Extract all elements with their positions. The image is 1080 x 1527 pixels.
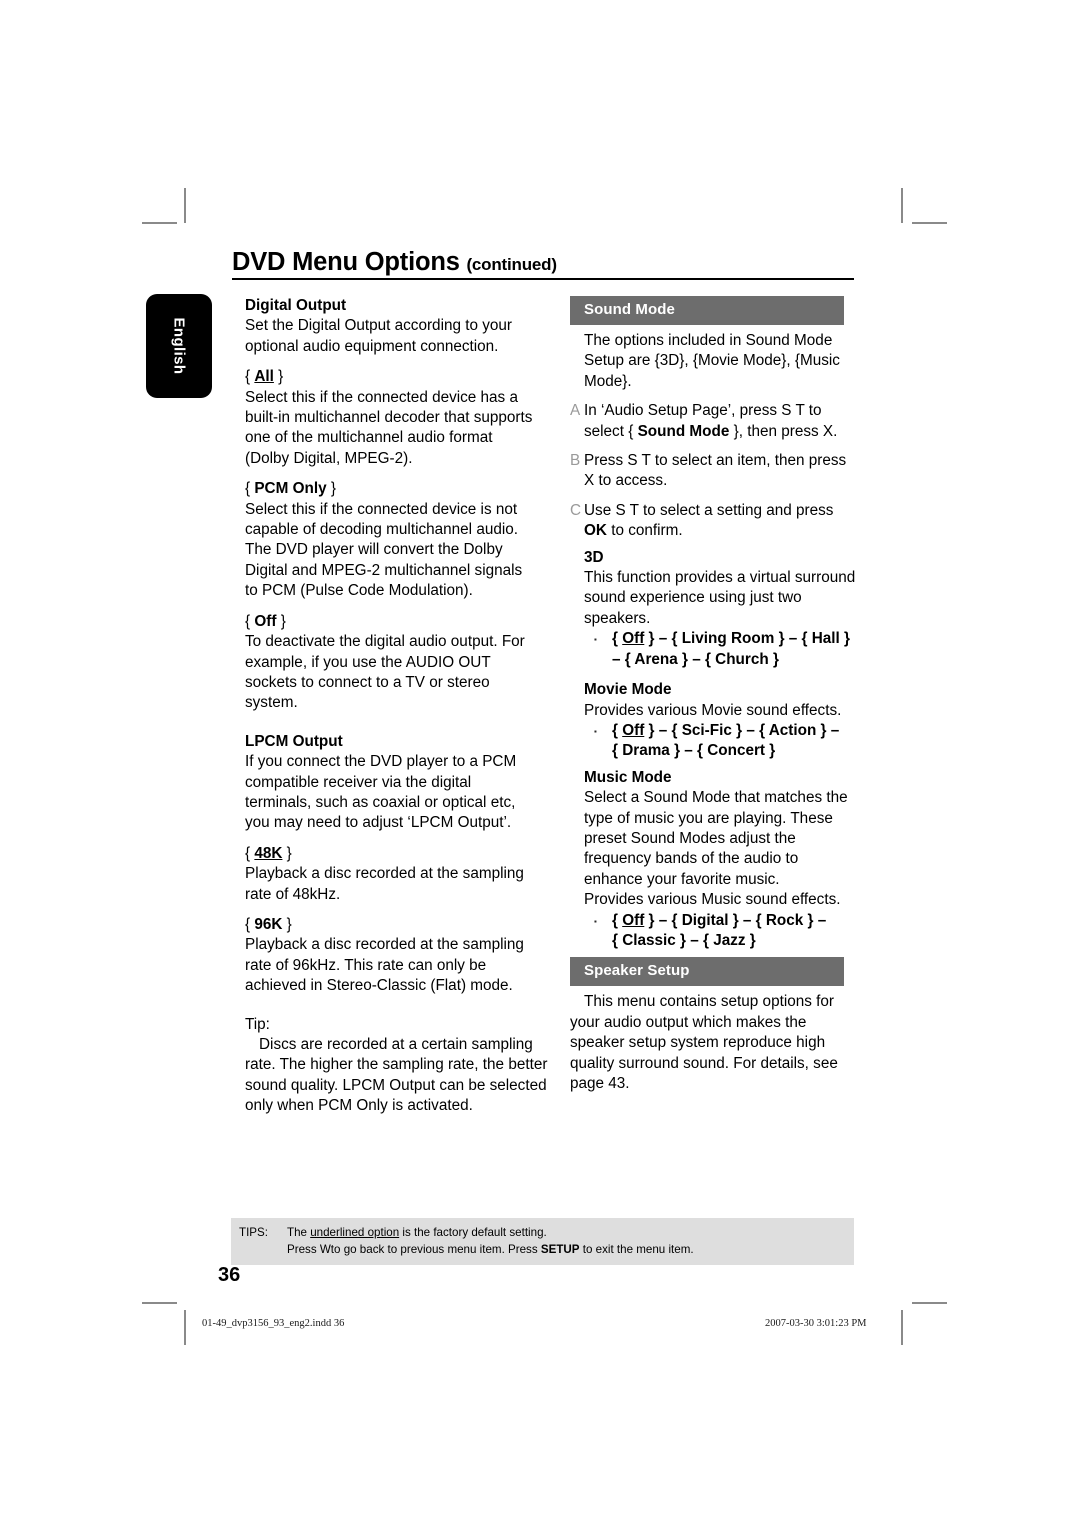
option-list-3d: ▪ { Off } – { Living Room } – { Hall } –… (584, 629, 858, 670)
step-c: C Use S T to select a setting and press … (570, 501, 858, 542)
left-column: Digital Output Set the Digital Output ac… (245, 296, 547, 1117)
option-list-movie-line-2: { Drama } – { Concert } (612, 742, 776, 760)
section-header-sound-mode: Sound Mode (570, 296, 844, 325)
option-list-movie-mode: ▪ { Off } – { Sci-Fic } – { Action } – {… (584, 721, 858, 762)
text-option-all-body: Select this if the connected device has … (245, 388, 533, 467)
option-label-48k: { 48K } (245, 844, 292, 862)
step-a: A In ‘Audio Setup Page’, press S T to se… (570, 401, 858, 442)
crop-mark-bottom-right-horizontal (912, 1302, 947, 1304)
crop-mark-bottom-right-vertical (901, 1310, 903, 1345)
crop-mark-bottom-left-vertical (184, 1310, 186, 1345)
option-list-music-mode: ▪ { Off } – { Digital } – { Rock } – { C… (584, 911, 858, 952)
text-sound-mode-intro: The options included in Sound Mode Setup… (584, 332, 840, 390)
heading-music-mode: Music Mode (584, 768, 672, 786)
step-b: B Press S T to select an item, then pres… (570, 451, 858, 492)
option-list-3d-line-1: { Off } – { Living Room } – { Hall } (612, 630, 851, 648)
tips-setup-key: SETUP (540, 1243, 580, 1256)
text-speaker-setup-body: This menu contains setup options for you… (570, 993, 838, 1092)
tips-line-2: Press Wto go back to previous menu item.… (287, 1243, 694, 1256)
page-title-continued: (continued) (466, 255, 557, 274)
language-tab: English (146, 294, 212, 398)
text-option-pcm-only-body: Select this if the connected device is n… (245, 500, 523, 600)
crop-mark-top-right-vertical (901, 188, 903, 223)
option-value-48k: 48K (254, 844, 283, 862)
option-label-all: { All } (245, 368, 284, 386)
heading-digital-output: Digital Output (245, 297, 347, 314)
step-b-body: Press S T to select an item, then press … (584, 452, 847, 490)
tips-row-1: TIPS: The underlined option is the facto… (231, 1224, 854, 1241)
crop-mark-top-left-horizontal (142, 222, 177, 224)
option-list-music-line-1: { Off } – { Digital } – { Rock } – (612, 911, 827, 929)
tips-label-spacer (231, 1241, 287, 1258)
option-list-marker-icon: ▪ (594, 726, 597, 736)
tips-underlined-option: underlined option (310, 1226, 400, 1239)
text-digital-output-intro: Set the Digital Output according to your… (245, 317, 512, 355)
option-list-marker-icon: ▪ (594, 635, 597, 645)
section-header-speaker-setup: Speaker Setup (570, 957, 844, 987)
option-value-96k: 96K (254, 915, 283, 933)
text-music-mode-body-2: Provides various Music sound effects. (584, 891, 841, 909)
step-a-letter: A (570, 402, 581, 420)
option-label-off-digital: { Off } (245, 612, 286, 630)
text-lpcm-output-intro: If you connect the DVD player to a PCM c… (245, 753, 517, 832)
option-list-music-line-2: { Classic } – { Jazz } (612, 931, 756, 949)
tips-line-1: The underlined option is the factory def… (287, 1226, 547, 1239)
page-number: 36 (218, 1264, 241, 1286)
option-list-marker-icon: ▪ (594, 916, 597, 926)
heading-movie-mode: Movie Mode (584, 681, 672, 699)
text-3d-body: This function provides a virtual surroun… (584, 569, 856, 627)
step-a-body: In ‘Audio Setup Page’, press S T to sele… (584, 402, 838, 440)
option-list-3d-line-2: – { Arena } – { Church } (612, 650, 779, 668)
print-footer-timestamp: 2007-03-30 3:01:23 PM (765, 1318, 867, 1329)
text-option-off-digital-body: To deactivate the digital audio output. … (245, 633, 525, 712)
page-title-main: DVD Menu Options (232, 248, 460, 276)
right-column: Sound Mode The options included in Sound… (570, 296, 858, 1094)
text-option-96k-body: Playback a disc recorded at the sampling… (245, 936, 524, 995)
crop-mark-top-right-horizontal (912, 222, 947, 224)
tip-body: Discs are recorded at a certain sampling… (245, 1036, 548, 1115)
text-music-mode-body: Select a Sound Mode that matches the typ… (584, 789, 848, 888)
step-c-letter: C (570, 501, 582, 519)
option-label-pcm-only: { PCM Only } (245, 480, 336, 498)
tips-box: TIPS: The underlined option is the facto… (231, 1218, 854, 1265)
step-b-letter: B (570, 452, 581, 470)
title-divider (232, 277, 854, 280)
option-list-movie-line-1: { Off } – { Sci-Fic } – { Action } – (612, 721, 840, 739)
option-value-off-digital: Off (254, 612, 277, 630)
option-value-pcm-only: PCM Only (254, 480, 327, 498)
tips-label: TIPS: (239, 1226, 268, 1239)
tip-label: Tip: (245, 1015, 270, 1033)
text-option-48k-body: Playback a disc recorded at the sampling… (245, 865, 524, 903)
print-footer-filename: 01-49_dvp3156_93_eng2.indd 36 (202, 1318, 345, 1329)
text-movie-mode-body: Provides various Movie sound effects. (584, 701, 842, 719)
step-c-body: Use S T to select a setting and press OK… (584, 501, 834, 540)
option-label-96k: { 96K } (245, 915, 292, 933)
page-title: DVD Menu Options (continued) (232, 248, 854, 280)
heading-lpcm-output: LPCM Output (245, 732, 343, 750)
tips-row-2: Press Wto go back to previous menu item.… (231, 1241, 854, 1258)
crop-mark-bottom-left-horizontal (142, 1302, 177, 1304)
crop-mark-top-left-vertical (184, 188, 186, 223)
option-value-all: All (254, 368, 274, 386)
language-tab-label: English (170, 317, 188, 375)
heading-3d: 3D (584, 548, 604, 566)
